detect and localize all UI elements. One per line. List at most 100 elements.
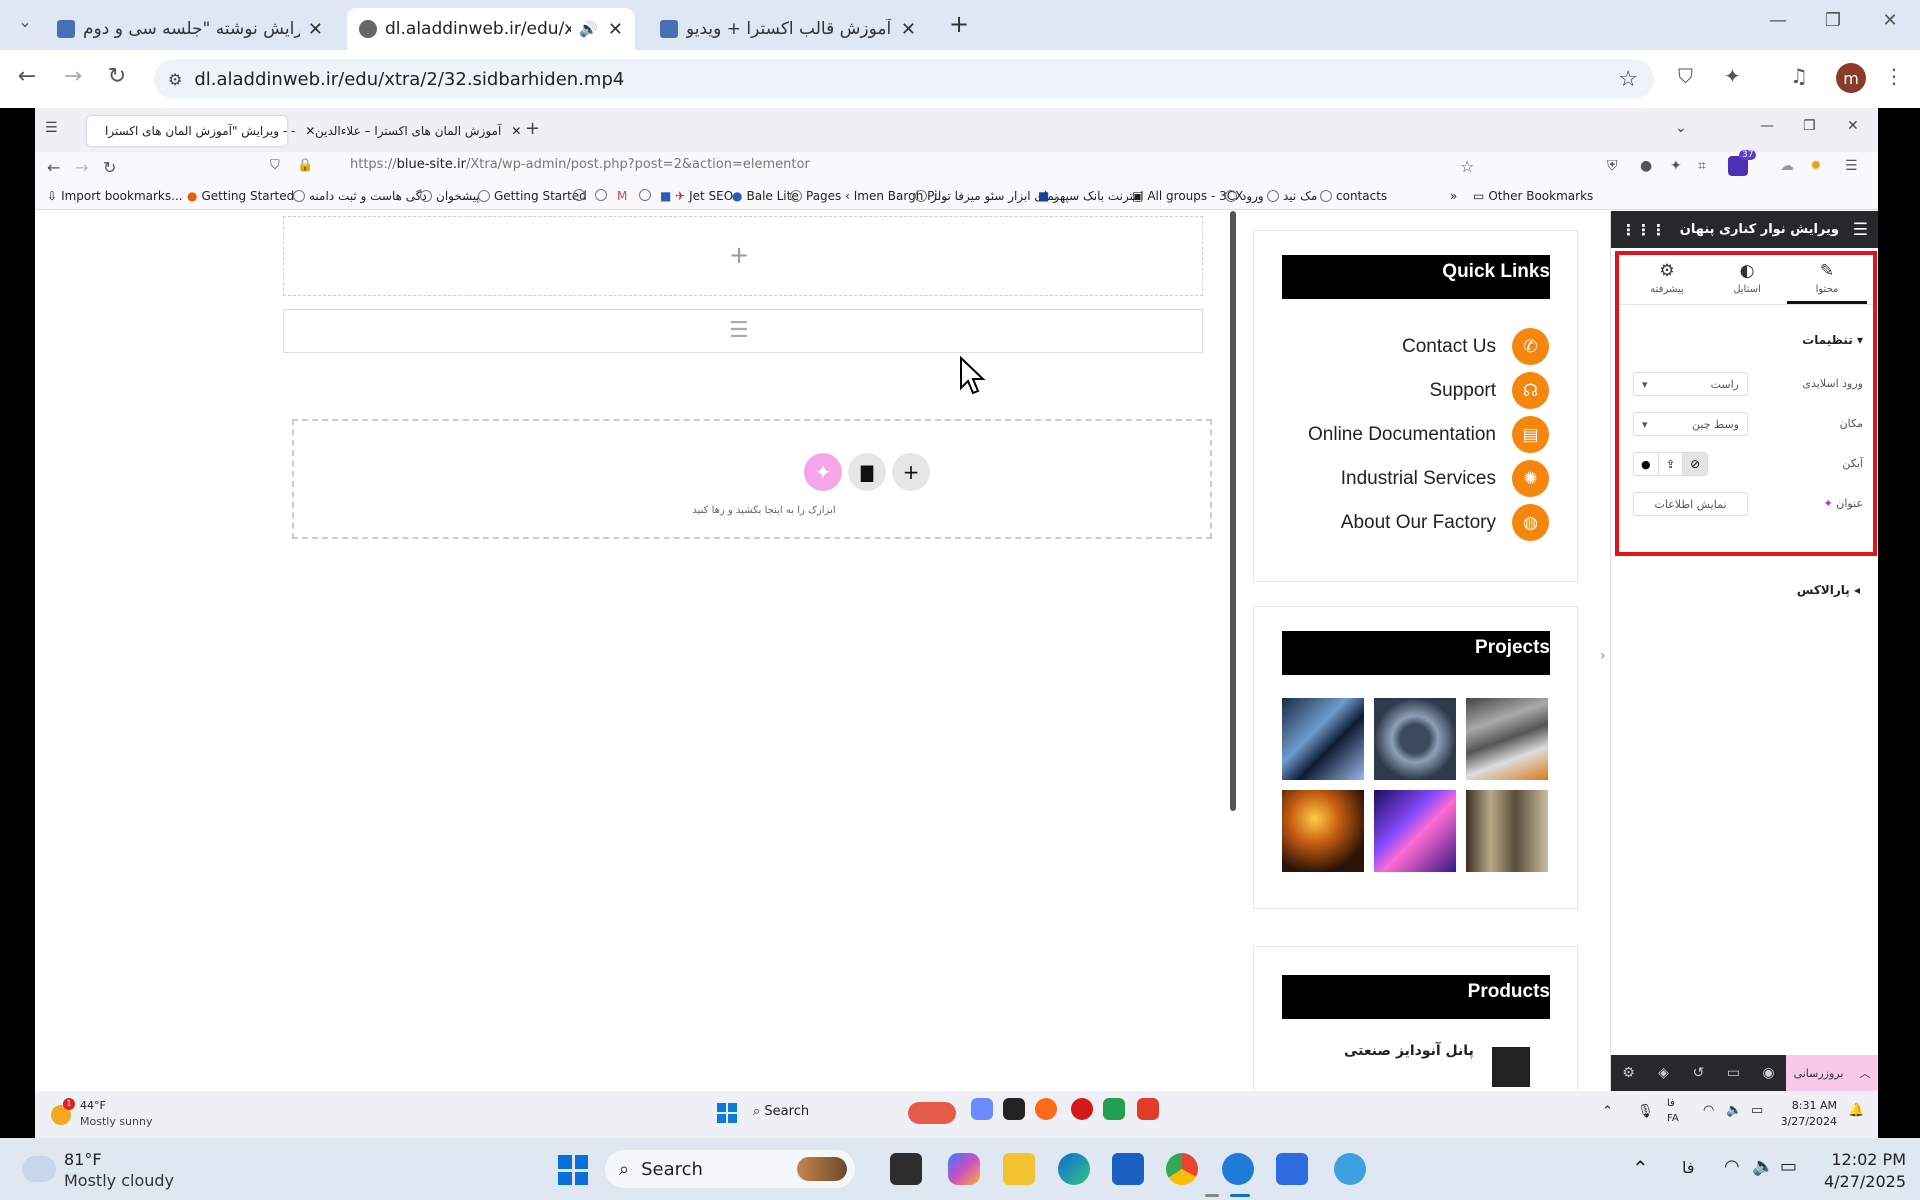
mic-icon[interactable]: 🎙 [1637, 1104, 1654, 1119]
project-thumb-plasma[interactable] [1374, 790, 1456, 872]
canvas-scrollbar[interactable] [1230, 211, 1236, 811]
bookmark-item[interactable] [639, 189, 651, 201]
quick-link-factory[interactable]: About Our Factory ◍ [1341, 504, 1549, 541]
inner-address-url[interactable]: https://blue-site.ir/Xtra/wp-admin/post.… [350, 157, 810, 172]
back-icon[interactable]: ← [47, 158, 60, 177]
project-thumb-machinery[interactable] [1466, 698, 1548, 780]
pocket-icon[interactable]: ⛨ [1607, 158, 1618, 174]
bookmark-star-icon[interactable]: ☆ [1460, 157, 1474, 176]
other-bookmarks[interactable]: ▭ Other Bookmarks [1473, 189, 1593, 203]
search-highlight-icon[interactable] [908, 1102, 956, 1124]
file-explorer-icon[interactable] [1003, 1153, 1035, 1185]
terminal-icon[interactable] [1003, 1098, 1025, 1120]
outer-tab-3[interactable]: آموزش قالب اکسترا + ویدیو ✕ [648, 8, 928, 50]
tab-overflow-icon[interactable]: ⌄ [1675, 120, 1687, 136]
menu-kebab-icon[interactable]: ⋮ [1884, 64, 1904, 88]
media-control-icon[interactable]: ♫ [1790, 64, 1808, 88]
taskbar-search[interactable]: ⌕ Search [753, 1104, 809, 1119]
section-parallax-toggle[interactable]: پارالاکس ◂ [1797, 583, 1860, 597]
bookmark-item[interactable]: Getting Started [478, 189, 587, 203]
reload-icon[interactable]: ↻ [102, 64, 132, 89]
responsive-icon[interactable]: ▭ [1716, 1065, 1751, 1081]
bookmark-item[interactable] [573, 189, 585, 201]
notification-icon[interactable]: 🔔 [1848, 1103, 1864, 1118]
dynamic-tags-icon[interactable]: ✦ [1824, 497, 1833, 510]
quick-link-contact[interactable]: Contact Us ✆ [1402, 328, 1549, 365]
tab-advanced[interactable]: ⚙ پیشرفته [1627, 261, 1707, 295]
volume-icon[interactable]: 🔈 [1726, 1103, 1742, 1118]
volume-icon[interactable]: 🔈 [1752, 1156, 1774, 1177]
bookmark-item[interactable]: مک نید [1267, 189, 1317, 203]
project-thumb-foundry[interactable] [1282, 790, 1364, 872]
bookmark-item[interactable]: نمای ابزار سئو میزفا تولز [915, 189, 1058, 203]
inner-tab-1[interactable]: ویرایش "آموزش المان های اکسترا - - ✕ [87, 116, 315, 146]
drag-handle-icon[interactable]: ☰ [729, 318, 749, 343]
tray-chevron-icon[interactable]: ⌃ [1632, 1156, 1649, 1180]
new-tab-button[interactable]: + [944, 10, 974, 38]
minimize-button[interactable]: — [1763, 10, 1793, 31]
settings-icon[interactable]: ⚙ [1611, 1065, 1646, 1081]
widgets-grid-icon[interactable]: ⋮⋮⋮ [1621, 221, 1666, 239]
restore-button[interactable]: ❐ [1818, 10, 1848, 31]
product-thumb[interactable] [1492, 1047, 1530, 1087]
add-element-icon[interactable]: + [729, 241, 749, 269]
close-window-button[interactable]: ✕ [1875, 10, 1905, 31]
panel-collapse-icon[interactable]: › [1600, 648, 1606, 664]
firefox-icon[interactable] [1035, 1098, 1057, 1120]
extensions-icon[interactable]: ✦ [1724, 64, 1741, 88]
edge-icon[interactable] [1058, 1153, 1090, 1185]
lock-icon[interactable]: 🔒 [297, 158, 313, 173]
copilot-icon[interactable] [948, 1153, 980, 1185]
site-info-icon[interactable]: ⚙ [168, 70, 182, 89]
bookmark-item[interactable]: ورود [1225, 189, 1264, 203]
empty-section[interactable]: + [283, 216, 1203, 296]
icon-library-option[interactable]: ● [1634, 453, 1658, 475]
tab-content[interactable]: ✎ محتوا [1787, 261, 1867, 304]
windows-start-icon[interactable] [717, 1103, 737, 1123]
product-name[interactable]: پانل آنودایز صنعتی [1344, 1043, 1474, 1059]
ai-sparkle-button[interactable]: ✦ [804, 453, 842, 491]
outer-tab-1[interactable]: ویرایش نوشته "جلسه سی و دوم - ✕ [45, 8, 335, 50]
tab-search-icon[interactable]: ⌄ [10, 12, 40, 31]
forward-icon[interactable]: → [58, 64, 88, 89]
bookmark-item[interactable]: ⇩ Import bookmarks... [47, 189, 183, 203]
shield-icon[interactable]: ⛉ [270, 158, 280, 173]
restore-button[interactable]: ❐ [1803, 118, 1816, 134]
bookmark-star-icon[interactable]: ☆ [1618, 67, 1638, 92]
copilot-icon[interactable] [971, 1098, 993, 1120]
wifi-icon[interactable]: ◠ [1703, 1103, 1714, 1118]
battery-icon[interactable]: ▭ [1780, 1156, 1797, 1177]
camtasia-red-icon[interactable] [1137, 1098, 1159, 1120]
project-thumb-welding[interactable] [1282, 698, 1364, 780]
heading-input[interactable]: نمایش اطلاعات [1633, 492, 1748, 516]
sun-extension-icon[interactable]: ✹ [1810, 158, 1822, 174]
bookmarks-overflow[interactable]: » [1450, 189, 1457, 203]
profile-avatar[interactable]: m [1836, 63, 1866, 93]
project-thumb-pipes[interactable] [1374, 698, 1456, 780]
bookmark-item[interactable]: contacts [1320, 189, 1387, 203]
close-tab-icon[interactable]: ✕ [308, 19, 323, 40]
media-player-icon[interactable] [1222, 1153, 1254, 1185]
opera-icon[interactable] [1071, 1098, 1093, 1120]
outer-tab-2[interactable]: dl.aladdinweb.ir/edu/xtra/2/ 🔊 ✕ [347, 8, 635, 50]
preview-eye-icon[interactable]: ◉ [1751, 1065, 1786, 1081]
close-tab-icon[interactable]: ✕ [901, 19, 916, 40]
template-library-button[interactable]: ▇ [848, 453, 886, 491]
inner-tab-2[interactable]: آموزش المان های اکسترا – علاءالدین ✕ [297, 116, 521, 146]
position-select[interactable]: ▾ وسط چین [1633, 412, 1748, 436]
tab-style[interactable]: ◐ استایل [1707, 261, 1787, 295]
tray-chevron-icon[interactable]: ⌃ [1602, 1104, 1613, 1119]
wifi-icon[interactable]: ◠ [1724, 1156, 1740, 1177]
cloud-icon[interactable]: ☁ [1780, 158, 1794, 174]
project-thumb-plant[interactable] [1466, 790, 1548, 872]
minimize-button[interactable]: — [1760, 118, 1774, 134]
crop-icon[interactable]: ⌗ [1698, 158, 1706, 174]
bookmark-item[interactable]: M [617, 189, 627, 203]
quick-link-documentation[interactable]: Online Documentation ▤ [1308, 416, 1549, 453]
no-icon-option[interactable]: ⊘ [1682, 453, 1708, 475]
lang-indicator[interactable]: فا [1682, 1158, 1695, 1177]
back-icon[interactable]: ← [12, 64, 42, 89]
layers-icon[interactable]: ◈ [1646, 1065, 1681, 1081]
extensions-icon[interactable]: ✦ [1670, 158, 1682, 174]
lang-indicator[interactable]: فا [1667, 1098, 1675, 1109]
